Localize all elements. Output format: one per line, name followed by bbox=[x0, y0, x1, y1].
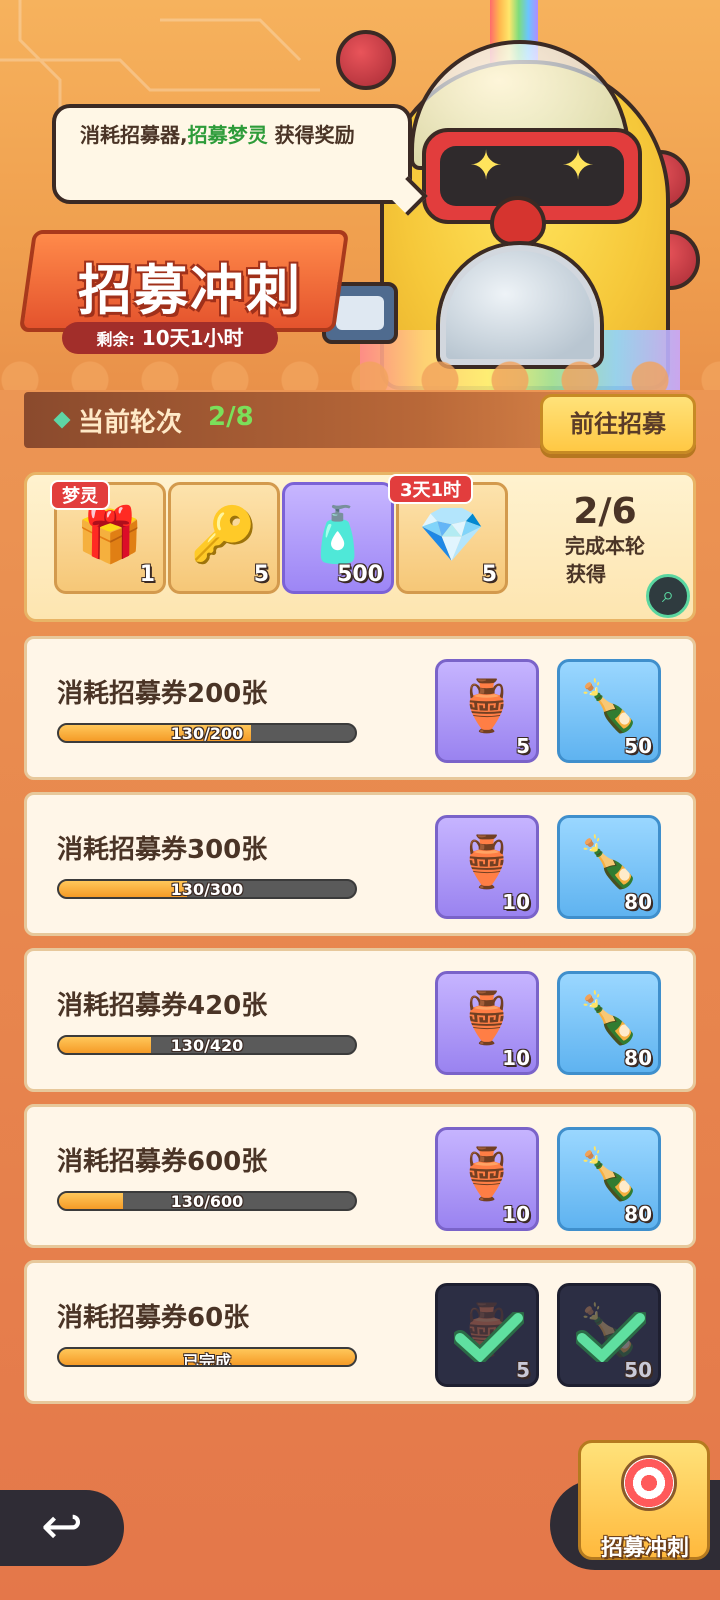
back-arrow-icon[interactable]: ↩ bbox=[0, 1490, 124, 1566]
reward-count: 1 bbox=[139, 562, 155, 587]
reward-count: 5 bbox=[516, 1358, 530, 1382]
task-card: 消耗招募券420张 130/420 🏺 10 🍾 80 bbox=[24, 948, 696, 1092]
check-icon bbox=[576, 1312, 646, 1362]
time-limit-tag: 3天1时 bbox=[388, 474, 474, 504]
mystery-bottle-icon: 🍾 bbox=[577, 677, 641, 735]
task-progress-bar: 130/420 bbox=[57, 1035, 357, 1055]
capsule-machine-icon: 🏺 bbox=[455, 989, 519, 1047]
task-reward-bottle[interactable]: 🍾 50 bbox=[557, 1283, 661, 1387]
remaining-time: 剩余: 10天1小时 bbox=[62, 322, 278, 354]
reward-count: 5 bbox=[516, 734, 530, 758]
task-name: 消耗招募券200张 bbox=[57, 679, 268, 709]
task-card: 消耗招募券300张 130/300 🏺 10 🍾 80 bbox=[24, 792, 696, 936]
reward-count: 10 bbox=[502, 1202, 530, 1226]
check-icon bbox=[454, 1312, 524, 1362]
magnifier-icon[interactable]: ⌕ bbox=[646, 574, 690, 618]
rainbow-bottle-icon: 🧴 bbox=[304, 503, 372, 566]
robot-claw-left bbox=[336, 30, 396, 90]
reward-item-rainbow-bottle[interactable]: 🧴 500 bbox=[282, 482, 394, 594]
task-name: 消耗招募券600张 bbox=[57, 1147, 268, 1177]
task-reward-capsule[interactable]: 🏺 10 bbox=[435, 1127, 539, 1231]
task-progress-bar: 130/200 bbox=[57, 723, 357, 743]
robot-mouth bbox=[490, 196, 546, 246]
reward-count: 50 bbox=[624, 1358, 652, 1382]
speech-suffix: 获得奖励 bbox=[267, 123, 355, 147]
reward-count: 5 bbox=[481, 562, 497, 587]
event-title: 招募冲刺 bbox=[78, 259, 302, 322]
round-label: 当前轮次 bbox=[78, 408, 183, 438]
round-progress-line1: 完成本轮 bbox=[565, 534, 645, 558]
task-progress-text: 130/420 bbox=[170, 1036, 244, 1055]
reward-count: 5 bbox=[253, 562, 269, 587]
mystery-bottle-icon: 🍾 bbox=[577, 989, 641, 1047]
star-eye-icon: ✦ bbox=[469, 143, 503, 189]
task-reward-capsule[interactable]: 🏺 10 bbox=[435, 815, 539, 919]
capsule-machine-icon: 🏺 bbox=[455, 833, 519, 891]
task-reward-bottle[interactable]: 🍾 80 bbox=[557, 815, 661, 919]
task-reward-bottle[interactable]: 🍾 80 bbox=[557, 1127, 661, 1231]
reward-tag: 梦灵 bbox=[50, 480, 110, 510]
task-card: 消耗招募券200张 130/200 🏺 5 🍾 50 bbox=[24, 636, 696, 780]
task-progress-bar: 130/600 bbox=[57, 1191, 357, 1211]
reward-count: 50 bbox=[624, 734, 652, 758]
mystery-bottle-icon: 🍾 bbox=[577, 833, 641, 891]
remaining-label: 剩余: bbox=[96, 330, 135, 349]
event-banner: ✦ ✦ 消耗招募器,招募梦灵 获得奖励 招募冲刺 剩余: 10天1小时 bbox=[0, 0, 720, 390]
target-icon bbox=[621, 1455, 677, 1511]
reward-count: 80 bbox=[624, 1202, 652, 1226]
task-progress-text: 130/300 bbox=[170, 880, 244, 899]
recruit-sprint-label: 招募冲刺 bbox=[600, 1536, 689, 1561]
task-reward-bottle[interactable]: 🍾 80 bbox=[557, 971, 661, 1075]
speech-bubble: 消耗招募器,招募梦灵 获得奖励 bbox=[52, 104, 412, 204]
reward-count: 500 bbox=[337, 562, 383, 587]
task-reward-bottle[interactable]: 🍾 50 bbox=[557, 659, 661, 763]
task-progress-bar: 已完成 bbox=[57, 1347, 357, 1367]
speech-highlight: 招募梦灵 bbox=[187, 123, 268, 147]
task-progress-text: 130/200 bbox=[170, 724, 244, 743]
capsule-machine-icon: 🏺 bbox=[455, 1145, 519, 1203]
reward-count: 10 bbox=[502, 1046, 530, 1070]
reward-item-star-key[interactable]: 🔑 5 bbox=[168, 482, 280, 594]
reward-count: 80 bbox=[624, 1046, 652, 1070]
round-progress: 2/6 完成本轮 获得 bbox=[540, 492, 670, 588]
task-reward-capsule[interactable]: 🏺 5 bbox=[435, 1283, 539, 1387]
mystery-bottle-icon: 🍾 bbox=[577, 1145, 641, 1203]
task-name: 消耗招募券300张 bbox=[57, 835, 268, 865]
capsule-machine-icon: 🏺 bbox=[455, 677, 519, 735]
remaining-value: 10天1小时 bbox=[134, 326, 244, 350]
task-progress-text: 130/600 bbox=[170, 1192, 244, 1211]
diamond-icon bbox=[53, 411, 71, 429]
task-progress-text: 已完成 bbox=[182, 1352, 231, 1367]
task-reward-capsule[interactable]: 🏺 10 bbox=[435, 971, 539, 1075]
star-key-icon: 🔑 bbox=[190, 503, 258, 566]
round-progress-value: 2/6 bbox=[573, 491, 637, 532]
star-eye-icon: ✦ bbox=[561, 143, 595, 189]
reward-count: 10 bbox=[502, 890, 530, 914]
goto-recruit-button[interactable]: 前往招募 bbox=[540, 394, 696, 454]
task-card: 消耗招募券600张 130/600 🏺 10 🍾 80 bbox=[24, 1104, 696, 1248]
mystery-chest-icon: 🎁 bbox=[76, 503, 144, 566]
round-value: 2/8 bbox=[208, 402, 254, 432]
task-name: 消耗招募券420张 bbox=[57, 991, 268, 1021]
crystal-ring-icon: 💎 bbox=[418, 503, 486, 566]
reward-count: 80 bbox=[624, 890, 652, 914]
task-reward-capsule[interactable]: 🏺 5 bbox=[435, 659, 539, 763]
speech-prefix: 消耗招募器, bbox=[80, 123, 188, 147]
task-card: 消耗招募券60张已完成 🏺 5 🍾 50 bbox=[24, 1260, 696, 1404]
task-progress-bar: 130/300 bbox=[57, 879, 357, 899]
task-name: 消耗招募券60张 bbox=[57, 1303, 250, 1333]
